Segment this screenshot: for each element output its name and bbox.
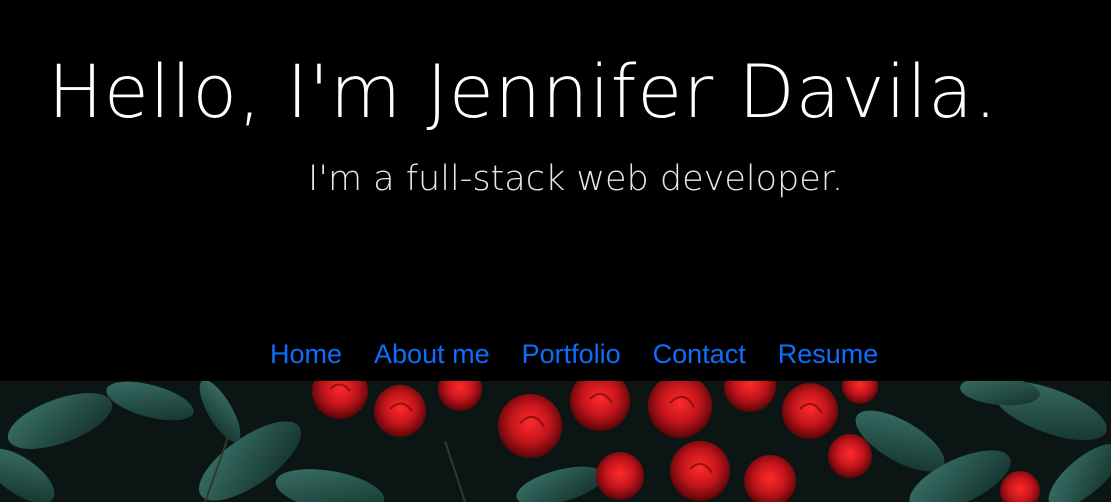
nav-link-about-me[interactable]: About me xyxy=(374,335,490,373)
nav-link-portfolio[interactable]: Portfolio xyxy=(522,335,621,373)
main-nav: Home About me Portfolio Contact Resume xyxy=(270,334,878,374)
roses-banner-image xyxy=(0,381,1111,502)
hero-title: Hello, I'm Jennifer Davila. xyxy=(48,50,999,135)
nav-link-home[interactable]: Home xyxy=(270,335,342,373)
page: Hello, I'm Jennifer Davila. I'm a full-s… xyxy=(0,0,1111,502)
hero-subtitle: I'm a full-stack web developer. xyxy=(308,159,844,199)
nav-link-resume[interactable]: Resume xyxy=(778,335,879,373)
nav-link-contact[interactable]: Contact xyxy=(653,335,746,373)
